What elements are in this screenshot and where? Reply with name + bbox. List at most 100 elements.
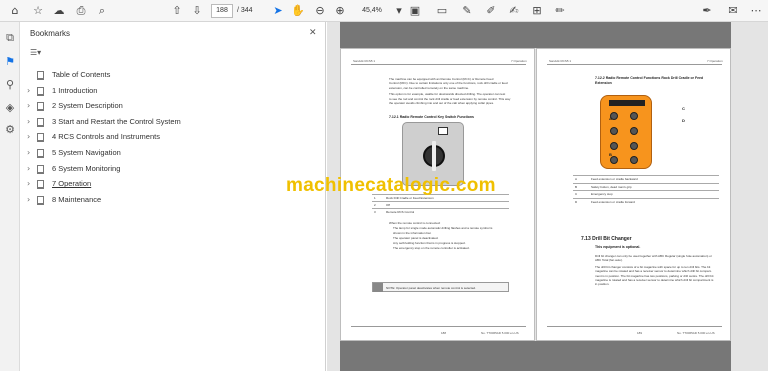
bookmark-item[interactable]: › 8 Maintenance [21, 193, 321, 207]
bookmark-item[interactable]: › 1 Introduction [21, 84, 321, 98]
watermark-text: machinecatalogic.com [286, 175, 496, 196]
page-up-icon[interactable]: ⇧ [170, 4, 184, 18]
remote-control-image [600, 95, 652, 169]
bookmark-options-icon[interactable]: ☰▾ [30, 48, 50, 60]
zoom-level-select[interactable]: 45,4% [352, 4, 392, 18]
table-value: Remote RCS Control [386, 210, 415, 214]
zoom-in-icon[interactable]: ⊕ [333, 4, 347, 18]
callout-a: A [609, 116, 612, 121]
bookmark-icon [37, 180, 44, 190]
body-line: When the remote control is connected: [389, 221, 441, 225]
hand-tool-icon[interactable]: ✋ [291, 4, 305, 18]
chevron-right-icon[interactable]: › [27, 162, 35, 176]
table-row: B Safety button, dead man's grip [573, 182, 719, 189]
bookmark-label: 3 Start and Restart the Control System [52, 116, 181, 126]
document-page-right: Sandvik RCS5 1 7 Operation 7.12.2 Radio … [536, 48, 731, 341]
intro-line: to see the rod and control the rock dril… [389, 96, 511, 101]
sign-icon[interactable]: ✒ [700, 4, 714, 18]
bookmark-label: Table of Contents [52, 70, 111, 79]
bookmark-label: 4 RCS Controls and Instruments [52, 132, 160, 142]
page-total: / 344 [237, 7, 253, 14]
upload-cloud-icon[interactable]: ☁ [52, 4, 66, 18]
chevron-right-icon[interactable]: › [27, 177, 35, 191]
bookmark-item[interactable]: › 7 Operation [21, 177, 321, 191]
bookmarks-rail-icon[interactable]: ⚑ [3, 55, 17, 69]
close-icon[interactable]: ✕ [309, 28, 317, 38]
stamp-icon[interactable]: ⊞ [530, 4, 544, 18]
select-cursor-icon[interactable]: ➤ [271, 4, 285, 18]
section-sub: This equipment is optional. [595, 245, 641, 249]
panel-title: Bookmarks [30, 29, 71, 38]
table-value: Feed extension or cradle backward [591, 177, 638, 181]
table-value: Feed extension or cradle forward [591, 199, 635, 204]
top-toolbar: ⌂ ☆ ☁ ⎙ ⌕ ⇧ ⇩ 188 / 344 ➤ ✋ ⊖ ⊕ 45,4% ▾ … [0, 0, 768, 22]
bookmark-star-icon[interactable]: ☆ [31, 4, 45, 18]
table-key: B [575, 184, 578, 189]
body-line: The drill bit changer consists of a bit … [595, 264, 711, 269]
body-line: shown in the information bar. [393, 231, 432, 235]
page-number-input[interactable]: 188 [211, 4, 233, 18]
bookmark-label: 2 System Description [52, 101, 123, 111]
bookmark-icon [37, 102, 44, 112]
note-text: NOTE: Operator panel deactivates when re… [386, 286, 476, 290]
callout-d: D [682, 118, 685, 123]
comment-icon[interactable]: ▭ [435, 4, 449, 18]
bookmark-item[interactable]: › 2 System Description [21, 99, 321, 113]
zoom-dropdown-icon[interactable]: ▾ [392, 4, 406, 18]
bookmark-item[interactable]: › 5 System Navigation [21, 146, 321, 160]
body-line: ABC Total (fan auto). [595, 258, 623, 263]
intro-line: This option is for example, usable for d… [389, 92, 506, 97]
body-line: in position. [595, 282, 610, 287]
intro-line: the operator avoids climbing into and ou… [389, 101, 494, 105]
bookmark-item[interactable]: › 4 RCS Controls and Instruments [21, 130, 321, 144]
page-down-icon[interactable]: ⇩ [190, 4, 204, 18]
footer-page: 189 [637, 331, 643, 335]
search-icon[interactable]: ⌕ [95, 4, 109, 18]
page-thumbnails-icon[interactable]: ⧉ [3, 31, 17, 45]
home-icon[interactable]: ⌂ [8, 4, 22, 18]
note-icon [373, 283, 383, 292]
chevron-right-icon[interactable]: › [27, 146, 35, 160]
table-value: Emergency stop [591, 192, 613, 196]
table-row: A Feed extension or cradle backward [573, 175, 719, 181]
bookmark-icon [37, 71, 44, 80]
footer-doc: No. TT0065AD 5.000 en-US [481, 331, 519, 335]
table-row: C Emergency stop [573, 190, 719, 196]
chevron-right-icon[interactable]: › [27, 193, 35, 207]
chevron-right-icon[interactable]: › [27, 99, 35, 113]
layers-icon[interactable]: ◈ [3, 101, 17, 115]
highlight-icon[interactable]: ✐ [484, 4, 498, 18]
pen-icon[interactable]: ✎ [460, 4, 474, 18]
table-row: 3 Remote RCS Control [372, 208, 509, 214]
chevron-right-icon[interactable]: › [27, 130, 35, 144]
fit-page-icon[interactable]: ▣ [408, 4, 422, 18]
attachments-icon[interactable]: ⚲ [3, 78, 17, 92]
tools-icon[interactable]: ⚙ [3, 123, 17, 137]
chevron-right-icon[interactable]: › [27, 115, 35, 129]
share-icon[interactable]: ✉ [726, 4, 740, 18]
bookmark-item[interactable]: › 6 System Monitoring [21, 162, 321, 176]
bookmark-item[interactable]: › 3 Start and Restart the Control System [21, 115, 321, 129]
body-line: The operator panel is deactivated. [393, 236, 439, 240]
note-box: NOTE: Operator panel deactivates when re… [372, 282, 509, 292]
draw-icon[interactable]: ✍ [507, 4, 521, 18]
bookmark-label: 8 Maintenance [52, 194, 102, 204]
table-row: 2 Off [372, 201, 509, 207]
section-title: 7.13 Drill Bit Changer [581, 236, 632, 242]
print-icon[interactable]: ⎙ [74, 4, 88, 18]
more-options-icon[interactable]: ⋯ [749, 4, 763, 18]
chevron-right-icon[interactable]: › [27, 84, 35, 98]
page-header-right: 7 Operation [707, 59, 723, 63]
text-tool-icon[interactable]: ✏ [553, 4, 567, 18]
intro-line: Control (RFC). Due to certain limitation… [389, 81, 508, 86]
table-value: Safety button, dead man's grip [591, 184, 632, 189]
page-header-right: 7 Operation [511, 59, 527, 63]
zoom-out-icon[interactable]: ⊖ [313, 4, 327, 18]
intro-line: The machine can be equipped with an Remo… [389, 77, 494, 81]
bookmark-label: 5 System Navigation [52, 148, 121, 157]
body-line: Drill bit changer can only be used toget… [595, 254, 712, 258]
viewer-backdrop-bottom [340, 341, 731, 371]
body-line: magazine can be rotated and has a receiv… [595, 269, 712, 274]
bookmark-item[interactable]: Table of Contents [21, 68, 321, 82]
footer-doc: No. TT0065AD 5.000 en-US [677, 331, 715, 335]
